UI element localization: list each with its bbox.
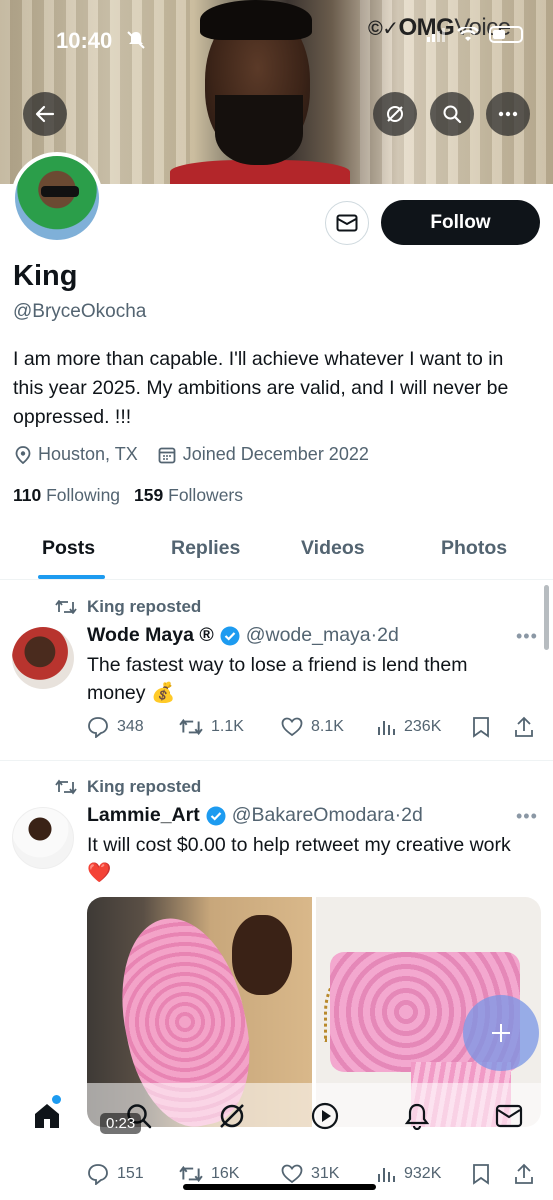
post-header: Lammie_Art @BakareOmodara · 2d [87,804,423,827]
share-button[interactable] [514,1163,534,1185]
grok-nav-button[interactable] [215,1099,249,1133]
notifications-nav-button[interactable] [400,1099,434,1133]
post-author[interactable]: Wode Maya ® [87,624,214,647]
views-button[interactable]: 932K [376,1164,472,1184]
location-pin-icon [15,445,31,464]
verified-badge-icon [220,626,240,646]
calendar-icon [158,447,176,463]
bookmark-button[interactable] [472,1163,514,1185]
like-button[interactable]: 8.1K [281,717,376,737]
grok-icon [387,106,403,122]
profile-avatar[interactable] [11,152,103,244]
message-button[interactable] [325,201,369,245]
envelope-icon [495,1104,523,1128]
post-actions: 348 1.1K 8.1K 236K [87,716,534,738]
profile-bio: I am more than capable. I'll achieve wha… [13,348,509,428]
post-time: 2d [401,804,423,826]
repost-indicator: King reposted [55,597,201,617]
scrollbar[interactable] [544,585,549,650]
wifi-icon [457,26,479,41]
post-text: It will cost $0.00 to help retweet my cr… [87,834,511,884]
grok-button[interactable] [373,92,417,136]
search-icon [443,105,462,124]
bell-icon [404,1103,430,1130]
home-indicator [183,1184,376,1190]
post-time: 2d [377,624,399,646]
compose-button[interactable] [463,995,539,1071]
plus-icon [492,1024,510,1042]
like-button[interactable]: 31K [281,1164,376,1184]
profile-meta: Houston, TX Joined December 2022 [15,444,389,465]
verified-badge-icon [206,806,226,826]
followers-link[interactable]: 159 Followers [134,485,243,506]
repost-indicator: King reposted [55,777,201,797]
post-author[interactable]: Lammie_Art [87,804,200,827]
arrow-left-icon [35,105,55,123]
share-icon [515,716,533,737]
home-icon [35,1104,59,1128]
views-button[interactable]: 236K [376,717,472,737]
bookmark-icon [473,717,489,738]
more-options-button[interactable] [486,92,530,136]
video-duration: 0:23 [100,1113,142,1134]
tab-replies[interactable]: Replies [171,537,240,560]
bar-chart-icon [378,721,395,735]
messages-nav-button[interactable] [492,1099,526,1133]
signal-icon [427,27,445,42]
profile-joined: Joined December 2022 [182,444,369,464]
active-tab-indicator [38,575,105,579]
bar-chart-icon [378,1168,395,1182]
heart-icon [281,1164,303,1184]
share-icon [515,1163,533,1184]
search-button[interactable] [430,92,474,136]
follow-button[interactable]: Follow [381,200,540,245]
repost-icon [55,600,77,614]
profile-tabs: Posts Replies Videos Photos [0,520,553,580]
grok-icon [220,1104,244,1128]
repost-icon [179,718,203,736]
post-divider [0,760,553,761]
post-handle: @BakareOmodara [231,804,395,826]
repost-icon [179,1165,203,1183]
status-icons [427,26,523,43]
bookmark-button[interactable] [472,716,514,738]
share-button[interactable] [514,716,534,738]
reply-icon [88,1164,108,1185]
bottom-navigation [0,1083,553,1158]
silent-bell-icon [126,30,146,55]
status-time: 10:40 [56,28,113,53]
reply-icon [88,717,108,738]
post-author-avatar[interactable] [12,627,74,689]
heart-icon [281,717,303,737]
repost-button[interactable]: 16K [179,1165,281,1183]
profile-handle: @BryceOkocha [13,301,147,322]
home-nav-button[interactable] [30,1099,64,1133]
profile-location: Houston, TX [38,444,138,464]
repost-button[interactable]: 1.1K [179,718,281,736]
battery-icon [489,26,523,43]
tab-videos[interactable]: Videos [301,537,365,560]
tab-photos[interactable]: Photos [441,537,507,560]
play-icon [311,1102,339,1130]
profile-name: King [13,260,78,292]
back-button[interactable] [23,92,67,136]
repost-icon [55,779,77,795]
tab-posts[interactable]: Posts [42,537,95,560]
reply-button[interactable]: 151 [87,1163,179,1185]
post-author-avatar[interactable] [12,807,74,869]
post-handle: @wode_maya [245,624,371,646]
more-icon [498,111,518,117]
follow-counts: 110 Following 159 Followers [13,485,243,506]
post-actions: 151 16K 31K 932K [87,1163,534,1185]
video-nav-button[interactable] [308,1099,342,1133]
post-more-icon[interactable]: ••• [516,806,538,827]
post-header: Wode Maya ® @wode_maya · 2d [87,624,399,647]
following-link[interactable]: 110 Following [13,485,120,506]
post-more-icon[interactable]: ••• [516,626,538,647]
reply-button[interactable]: 348 [87,716,179,738]
bookmark-icon [473,1164,489,1185]
post-text: The fastest way to lose a friend is lend… [87,654,468,704]
notification-dot [52,1095,61,1104]
envelope-icon [336,214,358,232]
